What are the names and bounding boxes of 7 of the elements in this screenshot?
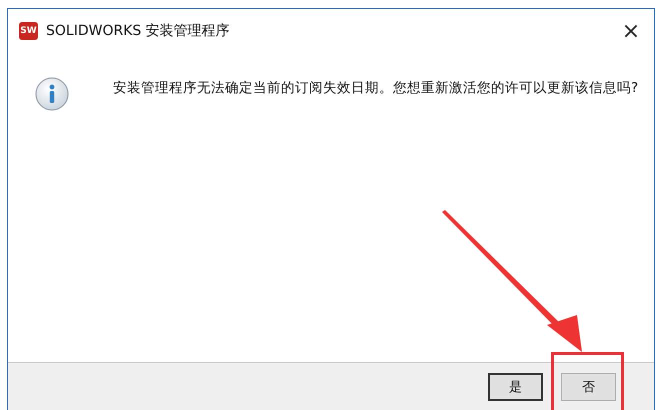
close-button[interactable]: ×: [608, 11, 654, 51]
app-logo: SW: [19, 22, 38, 40]
dialog-button[interactable]: 否: [561, 373, 616, 401]
info-icon: [35, 77, 69, 111]
dialog-button[interactable]: 是: [488, 373, 543, 401]
message-text: 安装管理程序无法确定当前的订阅失效日期。您想重新激活您的许可以更新该信息吗?: [113, 79, 640, 98]
window-title: SOLIDWORKS 安装管理程序: [46, 22, 231, 40]
